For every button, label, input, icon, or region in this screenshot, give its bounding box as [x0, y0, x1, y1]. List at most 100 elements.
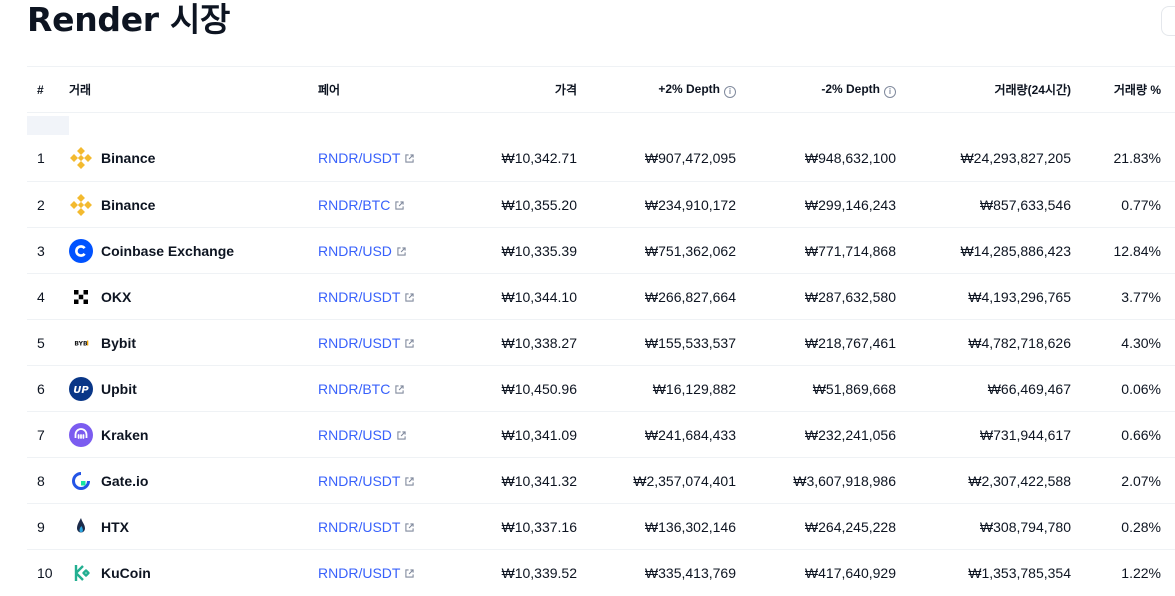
external-link-icon[interactable] — [395, 200, 404, 210]
rank-cell: 3 — [37, 242, 45, 259]
external-link-icon[interactable] — [405, 338, 415, 348]
kucoin-logo — [69, 561, 93, 585]
volume-pct-cell: 0.77% — [1121, 196, 1161, 213]
plus-depth-label: +2% Depth — [658, 81, 720, 96]
rank-cell: 4 — [37, 288, 45, 305]
price-cell: ₩10,341.09 — [501, 426, 578, 443]
external-link-icon[interactable] — [397, 430, 406, 440]
pair-cell: RNDR/USDT — [318, 504, 456, 550]
exchange-cell: KuCoin — [69, 550, 318, 596]
volume-pct-cell: 0.66% — [1121, 426, 1161, 443]
table-row[interactable]: 6 UP Upbit RNDR/BTC ₩10,450.96 ₩16,129,8… — [27, 366, 1175, 412]
external-link-icon[interactable] — [405, 569, 415, 578]
rank-cell: 8 — [37, 472, 45, 489]
table-row[interactable]: 7 Kraken RNDR/USD ₩10,341.09 ₩241,684,43… — [27, 412, 1175, 458]
exchange-name[interactable]: Kraken — [101, 427, 148, 443]
volume-pct-cell: 1.22% — [1121, 564, 1161, 581]
loading-row — [27, 113, 1175, 136]
info-icon[interactable]: i — [724, 85, 736, 98]
pair-cell: RNDR/BTC — [318, 182, 456, 228]
external-link-icon[interactable] — [405, 522, 415, 532]
plus-depth-cell: ₩136,302,146 — [644, 518, 736, 535]
volume-cell: ₩857,633,546 — [979, 196, 1071, 213]
table-row[interactable]: 10 KuCoin RNDR/USDT ₩10,339.52 ₩335,413,… — [27, 550, 1175, 596]
rank-cell: 2 — [37, 196, 45, 213]
external-link-icon[interactable] — [405, 154, 415, 163]
pair-link[interactable]: RNDR/USDT — [318, 473, 400, 489]
plus-depth-cell: ₩16,129,882 — [652, 380, 736, 397]
col-header-exchange[interactable]: 거래 — [69, 67, 318, 113]
minus-depth-cell: ₩417,640,929 — [804, 564, 896, 581]
pair-link[interactable]: RNDR/USDT — [318, 335, 400, 351]
exchange-cell: HTX — [69, 504, 318, 550]
minus-depth-cell: ₩264,245,228 — [804, 518, 896, 535]
exchange-name[interactable]: KuCoin — [101, 565, 151, 581]
table-row[interactable]: 9 HTX RNDR/USDT ₩10,337.16 ₩136,302,146 … — [27, 504, 1175, 550]
col-header-minus-depth[interactable]: -2% Depth i — [736, 67, 896, 113]
exchange-name[interactable]: Binance — [101, 150, 155, 166]
rank-cell: 9 — [37, 518, 45, 535]
pair-cell: RNDR/USDT — [318, 136, 456, 182]
menu-button[interactable] — [1161, 6, 1175, 36]
table-row[interactable]: 4 OKX RNDR/USDT ₩10,344.10 ₩266,827,664 … — [27, 274, 1175, 320]
minus-depth-label: -2% Depth — [821, 81, 880, 96]
external-link-icon[interactable] — [395, 384, 404, 394]
rank-cell: 1 — [37, 150, 45, 167]
rank-cell: 6 — [37, 380, 45, 397]
table-row[interactable]: 2 Binance RNDR/BTC ₩10,355.20 ₩234,910,1… — [27, 182, 1175, 228]
markets-table: # 거래 페어 가격 +2% Depth i -2% Depth i 거래량(24시… — [27, 66, 1175, 596]
minus-depth-cell: ₩299,146,243 — [804, 196, 896, 213]
svg-text:BYB: BYB — [74, 340, 88, 347]
external-link-icon[interactable] — [405, 476, 415, 486]
okx-logo — [69, 285, 93, 309]
pair-link[interactable]: RNDR/USDT — [318, 289, 400, 305]
minus-depth-cell: ₩948,632,100 — [804, 150, 896, 167]
plus-depth-cell: ₩155,533,537 — [644, 334, 736, 351]
table-row[interactable]: 3 Coinbase Exchange RNDR/USD ₩10,335.39 … — [27, 228, 1175, 274]
svg-text:UP: UP — [73, 385, 89, 396]
exchange-name[interactable]: Upbit — [101, 381, 137, 397]
pair-cell: RNDR/USDT — [318, 274, 456, 320]
pair-link[interactable]: RNDR/BTC — [318, 197, 390, 213]
plus-depth-cell: ₩234,910,172 — [644, 196, 736, 213]
col-header-price[interactable]: 가격 — [456, 67, 577, 113]
col-header-volume-24h[interactable]: 거래량(24시간) — [896, 67, 1071, 113]
price-cell: ₩10,341.32 — [501, 472, 578, 489]
col-header-plus-depth[interactable]: +2% Depth i — [577, 67, 736, 113]
exchange-cell: Binance — [69, 136, 318, 182]
exchange-cell: Binance — [69, 182, 318, 228]
exchange-name[interactable]: Gate.io — [101, 473, 148, 489]
col-header-pair[interactable]: 페어 — [318, 67, 456, 113]
binance-logo — [69, 193, 93, 217]
plus-depth-cell: ₩335,413,769 — [644, 564, 736, 581]
external-link-icon[interactable] — [405, 292, 415, 302]
volume-pct-cell: 21.83% — [1113, 150, 1161, 167]
volume-pct-cell: 3.77% — [1121, 288, 1161, 305]
info-icon[interactable]: i — [884, 85, 896, 98]
table-row[interactable]: 1 Binance RNDR/USDT ₩10,342.71 ₩907,472,… — [27, 136, 1175, 182]
external-link-icon[interactable] — [397, 246, 406, 256]
table-row[interactable]: 5 BYB Bybit RNDR/USDT ₩10,338.27 ₩155,53… — [27, 320, 1175, 366]
minus-depth-cell: ₩287,632,580 — [804, 288, 896, 305]
exchange-name[interactable]: Binance — [101, 197, 155, 213]
exchange-name[interactable]: Bybit — [101, 335, 136, 351]
volume-cell: ₩2,307,422,588 — [968, 472, 1071, 489]
rank-cell: 7 — [37, 426, 45, 443]
pair-link[interactable]: RNDR/USDT — [318, 519, 400, 535]
volume-cell: ₩66,469,467 — [987, 380, 1071, 397]
pair-link[interactable]: RNDR/USD — [318, 243, 392, 259]
col-header-rank[interactable]: # — [27, 67, 69, 113]
volume-pct-cell: 4.30% — [1121, 334, 1161, 351]
exchange-name[interactable]: HTX — [101, 519, 129, 535]
pair-link[interactable]: RNDR/BTC — [318, 381, 390, 397]
exchange-cell: Gate.io — [69, 458, 318, 504]
col-header-volume-pct[interactable]: 거래량 % — [1071, 67, 1161, 113]
pair-link[interactable]: RNDR/USD — [318, 427, 392, 443]
rank-cell: 10 — [37, 564, 53, 581]
exchange-name[interactable]: Coinbase Exchange — [101, 243, 234, 259]
exchange-name[interactable]: OKX — [101, 289, 131, 305]
pair-link[interactable]: RNDR/USDT — [318, 565, 400, 581]
pair-link[interactable]: RNDR/USDT — [318, 150, 400, 166]
table-row[interactable]: 8 Gate.io RNDR/USDT ₩10,341.32 ₩2,357,07… — [27, 458, 1175, 504]
minus-depth-cell: ₩51,869,668 — [812, 380, 896, 397]
